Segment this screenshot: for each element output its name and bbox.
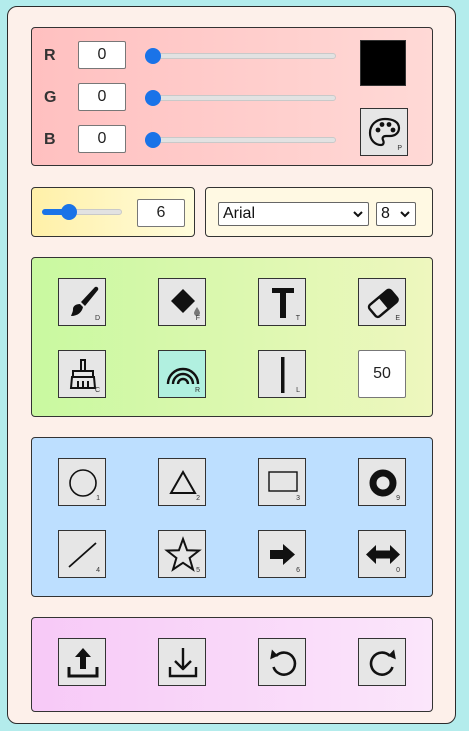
circle-shortcut-key: 1 — [96, 495, 100, 502]
brush-size-section: 6 — [31, 187, 195, 237]
ring-shortcut-key: 9 — [396, 495, 400, 502]
brush-size-input[interactable]: 6 — [137, 199, 185, 227]
upload-icon — [67, 648, 99, 678]
chevron-down-icon — [400, 211, 410, 218]
red-value-input[interactable]: 0 — [78, 41, 126, 69]
font-size-select[interactable]: 8 — [376, 202, 416, 226]
tools-section: D F T E C R L 50 — [31, 257, 433, 417]
font-size-value: 8 — [381, 205, 390, 222]
blue-slider-thumb[interactable] — [145, 132, 161, 148]
red-slider[interactable] — [145, 48, 336, 64]
download-button[interactable] — [158, 638, 206, 686]
chevron-down-icon — [353, 211, 363, 218]
circle-shape-button[interactable]: 1 — [58, 458, 106, 506]
red-slider-thumb[interactable] — [145, 48, 161, 64]
font-section: Arial 8 — [205, 187, 433, 237]
green-label: G — [44, 89, 57, 106]
app-panel: R G B 0 0 0 P 6 Arial 8 D F T E C R L 50… — [7, 6, 456, 724]
brush-tool-button[interactable]: D — [58, 278, 106, 326]
download-icon — [168, 648, 198, 678]
triangle-shortcut-key: 2 — [196, 495, 200, 502]
fill-tool-button[interactable]: F — [158, 278, 206, 326]
palette-shortcut-key: P — [397, 145, 402, 152]
upload-button[interactable] — [58, 638, 106, 686]
line-shape-button[interactable]: 4 — [58, 530, 106, 578]
undo-button[interactable] — [258, 638, 306, 686]
brush-size-slider[interactable] — [42, 204, 122, 220]
eraser-shortcut-key: E — [395, 315, 400, 322]
color-picker-section: R G B 0 0 0 P — [31, 27, 433, 166]
font-family-value: Arial — [223, 205, 256, 222]
red-label: R — [44, 47, 56, 64]
rectangle-shortcut-key: 3 — [296, 495, 300, 502]
line-width-shortcut-key: L — [296, 387, 300, 394]
opacity-input[interactable]: 50 — [358, 350, 406, 398]
triangle-shape-button[interactable]: 2 — [158, 458, 206, 506]
clear-shortcut-key: C — [94, 387, 100, 394]
font-family-select[interactable]: Arial — [218, 202, 369, 226]
ring-shape-button[interactable]: 9 — [358, 458, 406, 506]
rainbow-tool-button[interactable]: R — [158, 350, 206, 398]
line-width-button[interactable]: L — [258, 350, 306, 398]
brush-shortcut-key: D — [94, 315, 100, 322]
redo-icon — [369, 649, 396, 676]
green-slider[interactable] — [145, 90, 336, 106]
shapes-section: 1 2 3 9 4 5 6 0 — [31, 437, 433, 597]
green-slider-thumb[interactable] — [145, 90, 161, 106]
rainbow-shortcut-key: R — [194, 387, 200, 394]
text-tool-button[interactable]: T — [258, 278, 306, 326]
double-arrow-shape-button[interactable]: 0 — [358, 530, 406, 578]
star-shape-button[interactable]: 5 — [158, 530, 206, 578]
blue-label: B — [44, 131, 56, 148]
color-palette-button[interactable]: P — [360, 108, 408, 156]
star-shortcut-key: 5 — [196, 567, 200, 574]
fill-shortcut-key: F — [195, 315, 200, 322]
arrow-shape-button[interactable]: 6 — [258, 530, 306, 578]
text-shortcut-key: T — [295, 315, 300, 322]
green-value-input[interactable]: 0 — [78, 83, 126, 111]
arrow-shortcut-key: 6 — [296, 567, 300, 574]
double-arrow-shortcut-key: 0 — [396, 567, 400, 574]
undo-icon — [270, 649, 297, 676]
current-color-swatch[interactable] — [360, 40, 406, 86]
brush-size-slider-thumb[interactable] — [61, 204, 78, 220]
line-shortcut-key: 4 — [96, 567, 100, 574]
clear-canvas-button[interactable]: C — [58, 350, 106, 398]
file-actions-section — [31, 617, 433, 712]
blue-slider[interactable] — [145, 132, 336, 148]
blue-value-input[interactable]: 0 — [78, 125, 126, 153]
eraser-tool-button[interactable]: E — [358, 278, 406, 326]
rectangle-shape-button[interactable]: 3 — [258, 458, 306, 506]
redo-button[interactable] — [358, 638, 406, 686]
